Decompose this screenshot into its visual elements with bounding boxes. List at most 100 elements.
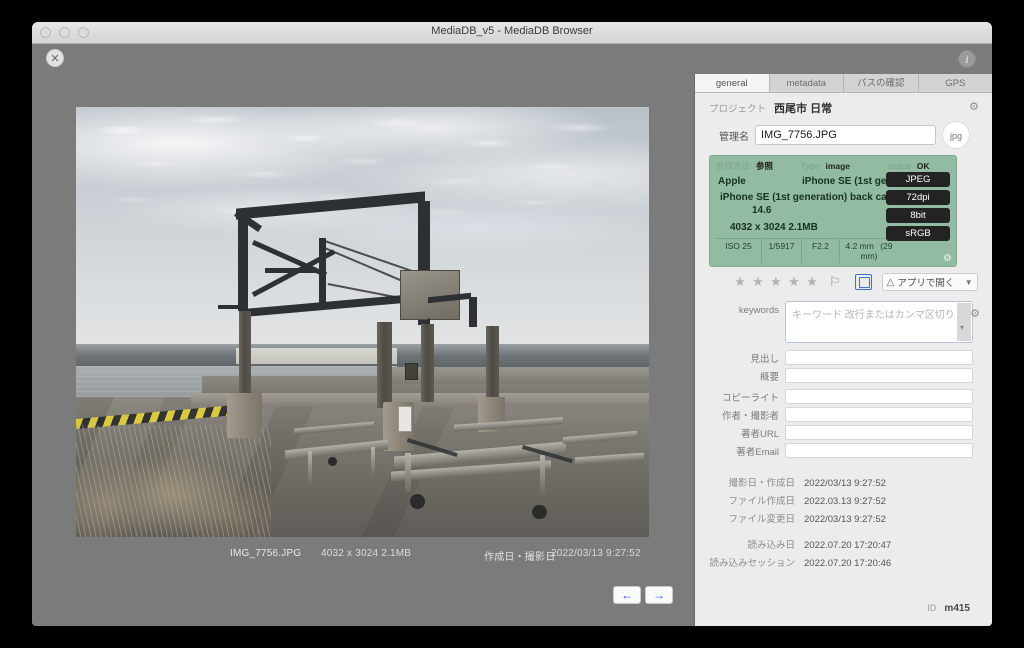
headline-input[interactable] [785, 350, 973, 365]
edit-image-icon[interactable] [854, 274, 872, 290]
import-session-label: 読み込みセッション [709, 558, 795, 569]
flag-icon[interactable]: ⚐ [829, 274, 841, 290]
next-image-button[interactable]: → [645, 586, 673, 604]
project-label: プロジェクト [709, 104, 767, 115]
author-email-label: 著者Email [736, 446, 779, 458]
id-label: ID [927, 603, 937, 613]
exif-gear-icon[interactable]: ⚙ [943, 253, 952, 264]
open-with-dropdown[interactable]: △ アプリで開く ▼ [881, 273, 978, 291]
caption-filename: IMG_7756.JPG [230, 548, 302, 559]
keywords-input[interactable]: キーワード 改行またはカンマ区切り [785, 301, 973, 343]
copyright-label: コピーライト [721, 392, 779, 404]
field-row: 概要 [695, 368, 992, 383]
image-viewer: IMG_7756.JPG 4032 x 3024 2.1MB 作成日・撮影日 2… [32, 74, 716, 626]
author-url-input[interactable] [785, 425, 973, 440]
star-1[interactable]: ★ [731, 274, 749, 290]
star-4[interactable]: ★ [785, 274, 803, 290]
photo-preview[interactable] [76, 107, 649, 537]
exif-header-row: 登録方法 参照 Type image status OK [716, 160, 950, 172]
firmware-version: 14.6 [752, 205, 772, 216]
field-row: 著者Email [695, 443, 992, 458]
status-value: OK [916, 161, 930, 171]
capture-date-value: 2022/03/13 9:27:52 [804, 478, 886, 489]
tab-path-check[interactable]: パスの確認 [844, 74, 919, 92]
shutter-value: 1/5917 [762, 239, 802, 263]
import-session-value: 2022.07.20 17:20:46 [804, 558, 892, 569]
description-input[interactable] [785, 368, 973, 383]
file-modified-value: 2022/03/13 9:27:52 [804, 514, 886, 525]
date-row: ファイル変更日 2022/03/13 9:27:52 [695, 511, 992, 525]
format-badges[interactable]: JPEG 72dpi 8bit sRGB [886, 172, 950, 241]
registration-method-label: 登録方法 [716, 161, 751, 171]
panel-tabs[interactable]: general metadata パスの確認 GPS [695, 74, 992, 93]
extension-badge[interactable]: jpg [942, 121, 970, 149]
managed-name-label: 管理名 [719, 131, 749, 143]
registration-method-value: 参照 [756, 161, 774, 171]
project-value: 西尾市 日常 [774, 103, 833, 115]
keywords-scrollbar[interactable] [957, 303, 971, 341]
caption-date-value: 2022/03/13 9:27:52 [551, 548, 641, 559]
file-modified-label: ファイル変更日 [728, 514, 795, 525]
description-label: 概要 [759, 371, 779, 383]
date-row: 読み込み日 2022.07.20 17:20:47 [695, 537, 992, 551]
iso-value: ISO 25 [716, 239, 762, 263]
keywords-gear-icon[interactable]: ⚙ [970, 307, 980, 320]
window-body: IMG_7756.JPG 4032 x 3024 2.1MB 作成日・撮影日 2… [32, 74, 992, 626]
star-3[interactable]: ★ [767, 274, 785, 290]
badge-colorspace[interactable]: sRGB [886, 226, 950, 241]
field-row: 作者・撮影者 [695, 407, 992, 422]
caption-dimensions: 4032 x 3024 2.1MB [321, 548, 412, 559]
metadata-panel: general metadata パスの確認 GPS プロジェクト 西尾市 日常… [694, 74, 992, 626]
field-row: 著者URL [695, 425, 992, 440]
author-input[interactable] [785, 407, 973, 422]
managed-name-row: 管理名 jpg [695, 118, 992, 155]
managed-name-input[interactable] [755, 125, 936, 145]
tab-general[interactable]: general [695, 74, 770, 92]
gantry-crane [76, 107, 649, 537]
author-email-input[interactable] [785, 443, 973, 458]
star-2[interactable]: ★ [749, 274, 767, 290]
import-date-label: 読み込み日 [747, 540, 795, 551]
lens-model: iPhone SE (1st generation) back camera [720, 192, 911, 203]
badge-format[interactable]: JPEG [886, 172, 950, 187]
date-row: ファイル作成日 2022.03.13 9:27:52 [695, 493, 992, 507]
chevron-down-icon: ▼ [964, 277, 973, 287]
copyright-input[interactable] [785, 389, 973, 404]
badge-resolution[interactable]: 72dpi [886, 190, 950, 205]
exposure-row: ISO 25 1/5917 F2.2 4.2 mm (29 mm) [716, 238, 898, 263]
headline-label: 見出し [750, 353, 779, 365]
app-icon: △ [886, 276, 895, 288]
project-gear-icon[interactable]: ⚙ [969, 102, 980, 113]
file-created-label: ファイル作成日 [728, 496, 795, 507]
keywords-label: keywords [738, 305, 779, 316]
harbor-crane-photo [76, 107, 649, 537]
rating-toolbar: ★ ★ ★ ★ ★ ⚐ △ アプリで開く ▼ [731, 267, 992, 295]
date-spacer [695, 529, 992, 537]
field-row: 見出し [695, 350, 992, 365]
close-icon[interactable]: ✕ [46, 49, 64, 67]
badge-bitdepth[interactable]: 8bit [886, 208, 950, 223]
date-list: 撮影日・作成日 2022/03/13 9:27:52 ファイル作成日 2022.… [695, 475, 992, 569]
tab-metadata[interactable]: metadata [769, 74, 844, 92]
open-with-label: アプリで開く [897, 278, 955, 289]
record-id: ID m415 [927, 603, 970, 614]
caption-date-label: 作成日・撮影日 [484, 552, 556, 563]
focal-length-value: 4.2 mm (29 mm) [840, 239, 898, 263]
exif-body: Apple iPhone SE (1st generation) iPhone … [716, 172, 950, 241]
type-label: Type [801, 161, 820, 171]
keywords-placeholder: キーワード 改行またはカンマ区切り [792, 310, 955, 321]
title-bar: MediaDB_v5 - MediaDB Browser [32, 22, 992, 44]
status-label: status [888, 161, 911, 171]
field-row: コピーライト [695, 389, 992, 404]
toolbar-strip: ✕ i [32, 44, 992, 74]
capture-date-label: 撮影日・作成日 [728, 478, 795, 489]
keywords-row: keywords キーワード 改行またはカンマ区切り ⚙ [695, 295, 992, 343]
author-url-label: 著者URL [740, 428, 779, 440]
type-value: image [825, 161, 851, 171]
star-5[interactable]: ★ [803, 274, 821, 290]
previous-image-button[interactable]: ← [613, 586, 641, 604]
date-row: 読み込みセッション 2022.07.20 17:20:46 [695, 555, 992, 569]
navigation-buttons[interactable]: ← → [613, 586, 673, 604]
tab-gps[interactable]: GPS [918, 74, 992, 92]
info-icon[interactable]: i [958, 50, 976, 68]
